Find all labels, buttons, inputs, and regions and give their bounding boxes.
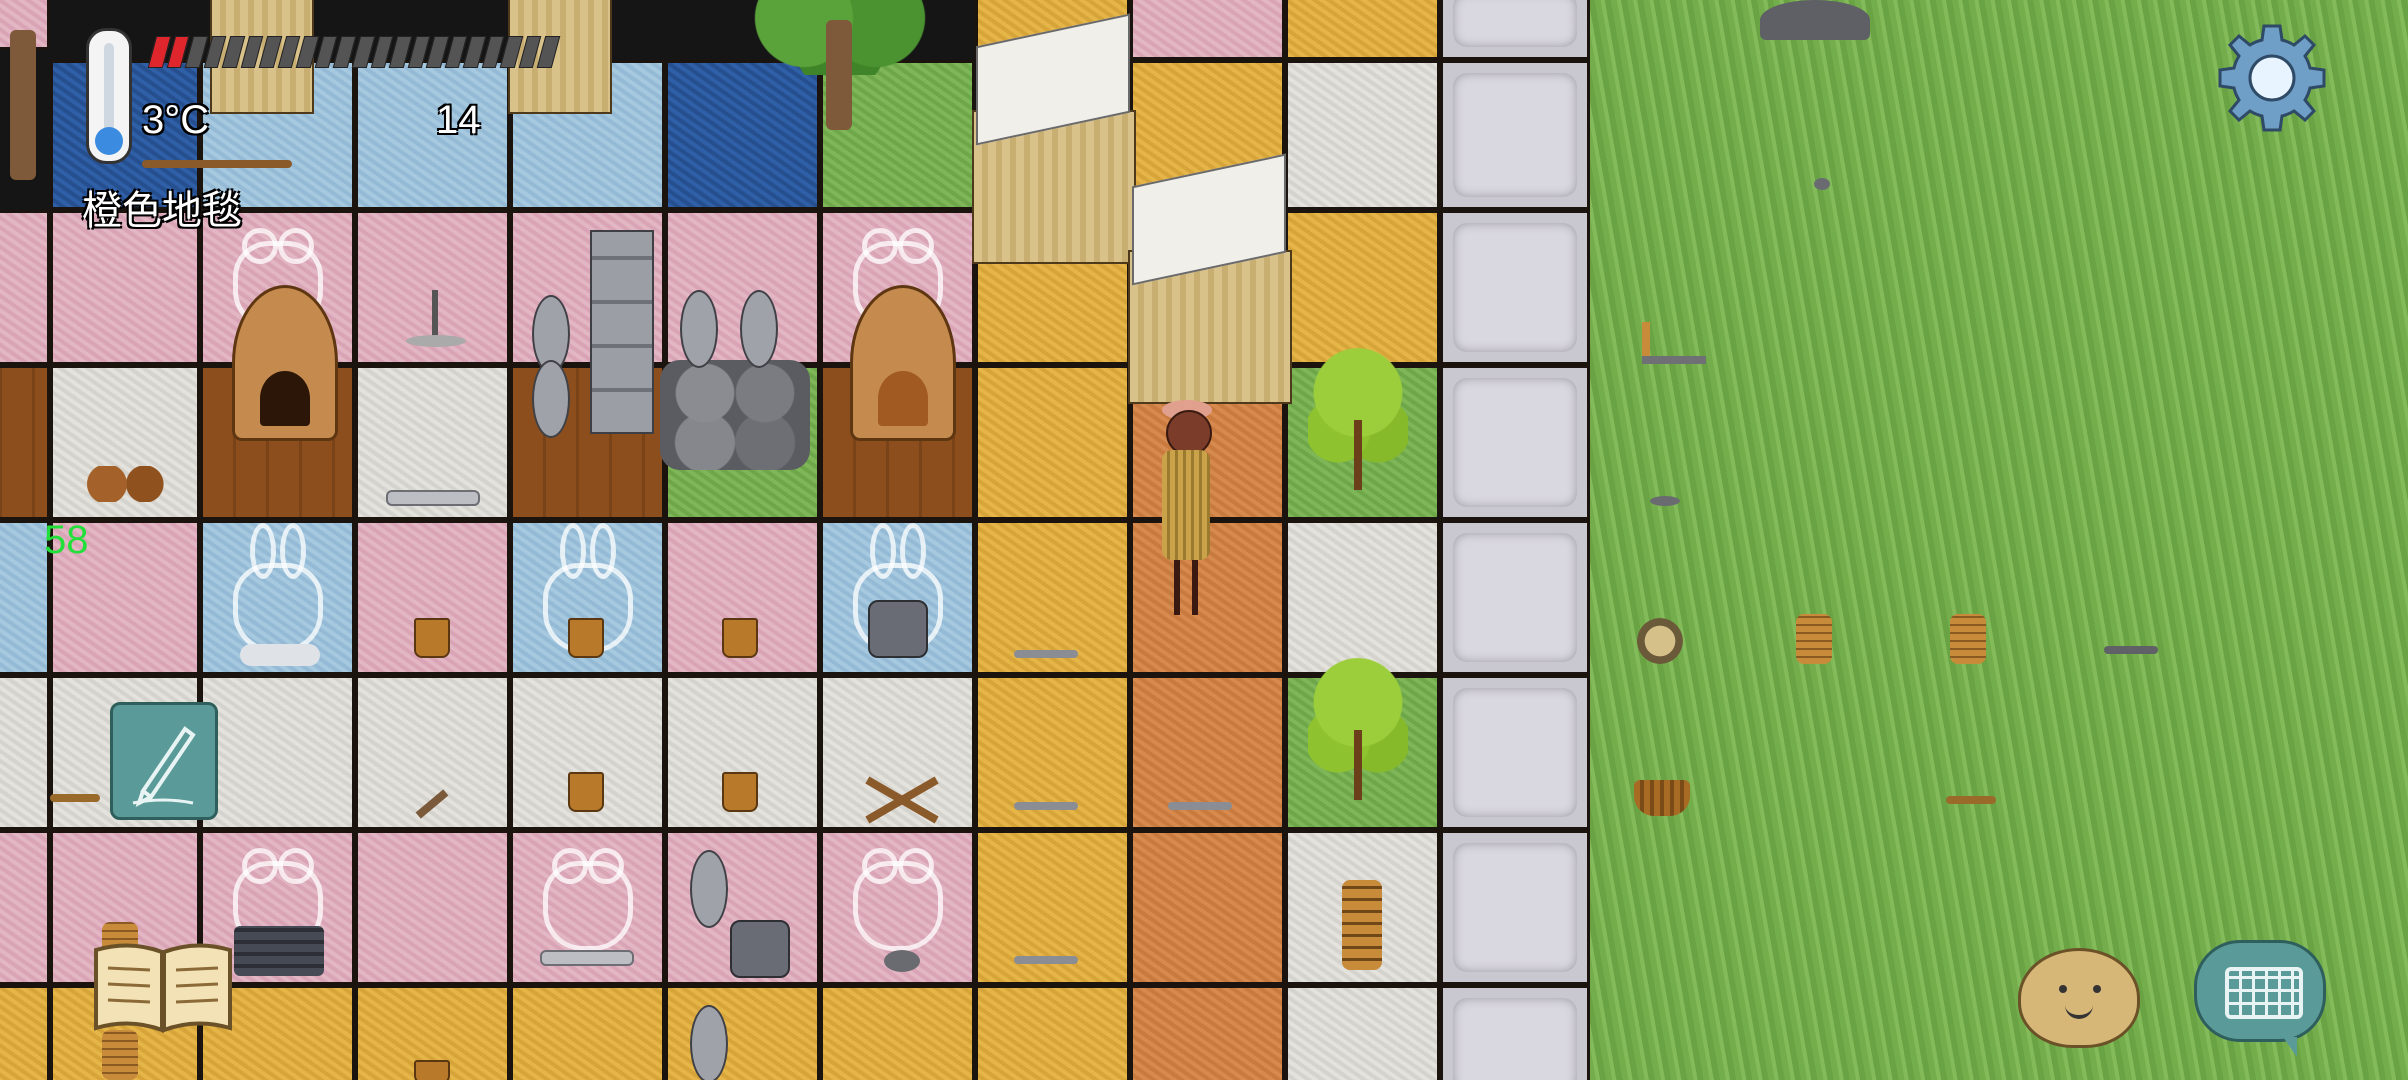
pink-carpet-tile [0, 830, 50, 985]
book-icon [94, 943, 232, 1033]
stone[interactable] [1650, 496, 1680, 506]
spindle[interactable] [406, 290, 466, 350]
orange-carpet-tile [1130, 830, 1285, 985]
yellow-carpet-tile [820, 985, 975, 1080]
blue-carpet-tile [0, 520, 50, 675]
orange-carpet-tile [1130, 985, 1285, 1080]
yellow-carpet-tile [975, 985, 1130, 1080]
stone-floor-tile [1440, 0, 1590, 60]
wooden-bucket[interactable] [414, 1060, 450, 1080]
plate-stack[interactable] [1950, 614, 1986, 664]
wooden-bucket[interactable] [722, 618, 758, 658]
white-carpet-tile [1285, 60, 1440, 210]
wood-floor-tile [0, 365, 50, 520]
stone-floor-tile [1440, 60, 1590, 210]
yellow-carpet-tile [0, 985, 50, 1080]
seed-pile[interactable] [86, 466, 170, 502]
gear-icon [2218, 24, 2326, 132]
stone-floor-tile [1440, 985, 1590, 1080]
fps-counter: 58 [44, 518, 89, 562]
shovel[interactable] [1642, 322, 1706, 372]
counter-readout: 14 [436, 98, 481, 142]
status-hud: 3°C 14 橙色地毯 [0, 0, 600, 240]
keyboard-icon [2225, 967, 2303, 1019]
chat-button[interactable] [2194, 940, 2326, 1057]
plate-stack[interactable] [1796, 614, 1832, 664]
white-carpet-tile [1285, 985, 1440, 1080]
knife[interactable] [1014, 956, 1078, 964]
snow-capped-pillar[interactable] [972, 10, 1136, 280]
recipe-book-button[interactable] [90, 940, 236, 1036]
thermometer-icon [86, 28, 132, 164]
newcomen-engine[interactable] [690, 850, 790, 980]
wooden-bucket[interactable] [722, 772, 758, 812]
gooseberry-bush[interactable] [1308, 340, 1408, 490]
newcomen-engine[interactable] [690, 1005, 790, 1080]
adobe-oven[interactable] [850, 285, 956, 441]
wooden-bucket[interactable] [414, 618, 450, 658]
reed-basket[interactable] [1634, 780, 1690, 816]
snow-capped-pillar[interactable] [1128, 150, 1292, 420]
emote-button[interactable] [2018, 948, 2140, 1048]
flint-chip[interactable] [1814, 178, 1830, 190]
pencil-icon [132, 726, 196, 807]
big-rock[interactable] [1760, 0, 1870, 40]
player-character [1148, 400, 1220, 620]
animal-bones[interactable] [1630, 618, 1690, 664]
game-view: 3°C 14 橙色地毯 58 [0, 0, 2408, 1080]
yellow-carpet-tile [510, 985, 665, 1080]
fleece[interactable] [240, 644, 320, 666]
knife[interactable] [1168, 802, 1232, 810]
white-carpet-tile [0, 675, 50, 830]
wooden-stick[interactable] [50, 794, 100, 802]
plate-stack[interactable] [1342, 880, 1382, 970]
wooden-shaft[interactable] [1946, 796, 1996, 804]
knife[interactable] [1014, 650, 1078, 658]
wooden-bucket[interactable] [568, 772, 604, 812]
plate-stack[interactable] [102, 1030, 138, 1080]
yellow-carpet-tile [1285, 0, 1440, 60]
held-item-label: 橙色地毯 [82, 189, 242, 233]
yellow-carpet-tile [975, 365, 1130, 520]
stone-floor-tile [1440, 830, 1590, 985]
health-segment [537, 36, 561, 68]
grassland[interactable] [1590, 0, 2408, 1080]
stone-floor-tile [1440, 520, 1590, 675]
grinding-wheel[interactable] [532, 360, 570, 438]
pink-carpet-tile [1130, 0, 1285, 60]
wooden-bucket[interactable] [568, 618, 604, 658]
temperature-readout: 3°C [142, 98, 210, 142]
stone-floor-tile [1440, 675, 1590, 830]
health-bar [147, 36, 561, 68]
stone-well[interactable] [660, 290, 820, 470]
knife[interactable] [1014, 802, 1078, 810]
iron-bar[interactable] [386, 490, 480, 506]
tree[interactable] [750, 0, 930, 160]
note-button[interactable] [110, 702, 218, 820]
iron-ingot-stack[interactable] [234, 926, 324, 976]
stone-floor-tile [1440, 365, 1590, 520]
iron-bar[interactable] [540, 950, 634, 966]
gooseberry-bush[interactable] [1308, 650, 1408, 800]
white-carpet-tile [200, 675, 355, 830]
newcomen-pump[interactable] [590, 230, 670, 470]
adobe-kiln[interactable] [232, 285, 338, 441]
stone-pile[interactable] [884, 950, 920, 972]
settings-button[interactable] [2212, 18, 2332, 138]
stone-floor-tile [1440, 210, 1590, 365]
kerosene-jug[interactable] [868, 600, 928, 658]
knife[interactable] [2104, 646, 2158, 654]
pink-carpet-tile [355, 830, 510, 985]
